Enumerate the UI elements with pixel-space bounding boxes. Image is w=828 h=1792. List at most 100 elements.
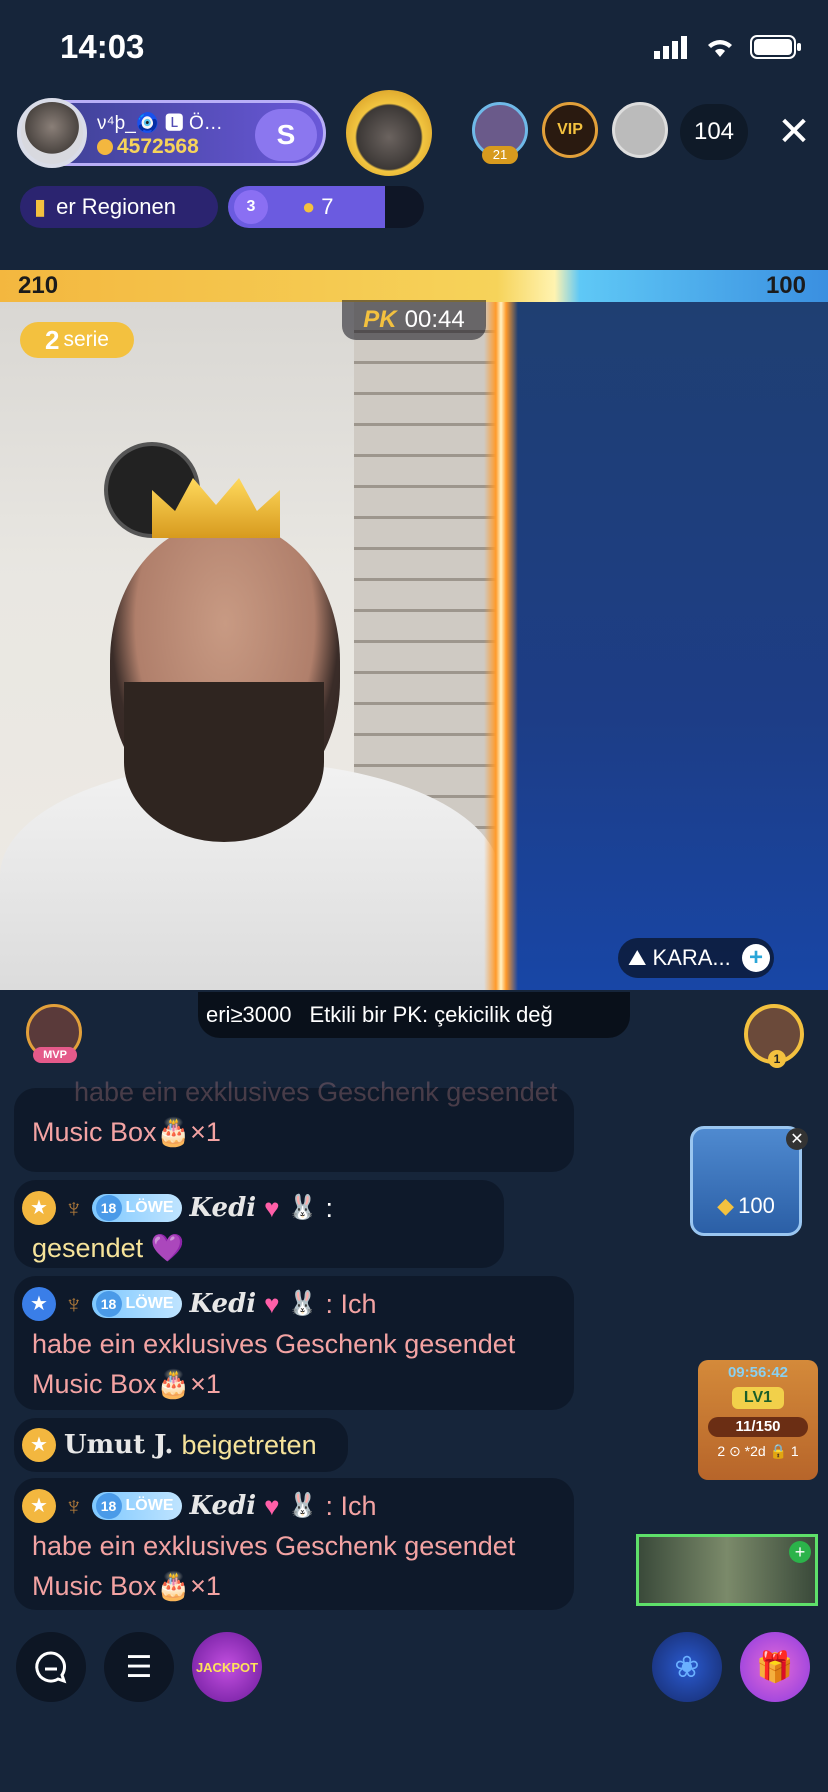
- star-task-pill[interactable]: 3 ● 7: [228, 186, 424, 228]
- plus-icon[interactable]: +: [789, 1541, 811, 1563]
- mountain-icon: ⛰: [628, 945, 647, 970]
- pk-divider-fire: [484, 302, 518, 990]
- status-icons: [654, 34, 802, 60]
- signal-icon: [654, 36, 687, 59]
- ticker-item: eri≥3000: [206, 1002, 292, 1027]
- wing-badge-icon: ♆: [64, 1289, 84, 1319]
- chat-text: : Ich: [325, 1491, 377, 1521]
- gift-button[interactable]: 🎁: [740, 1632, 810, 1702]
- follow-icon: S: [276, 119, 296, 150]
- announcement-ticker: eri≥3000 Etkili bir PK: çekicilik değ: [198, 992, 630, 1038]
- close-icon[interactable]: ✕: [768, 106, 820, 158]
- level-badge: 18 LÖWE: [91, 1492, 182, 1520]
- chat-message[interactable]: habe ein exklusives Geschenk gesendet Mu…: [14, 1077, 574, 1172]
- pk-timer: PK 00:44: [342, 300, 486, 340]
- mvp-tag: MVP: [33, 1047, 77, 1063]
- chat-username[interactable]: Kedi: [190, 1486, 257, 1526]
- diamond-icon: ◆: [717, 1193, 735, 1218]
- opponent-pill[interactable]: ⛰ KARA... +: [618, 938, 774, 978]
- pk-score-bar: [0, 270, 828, 302]
- star-icon: ★: [22, 1287, 56, 1321]
- menu-button[interactable]: ☰: [104, 1632, 174, 1702]
- viewer-count[interactable]: 104: [680, 104, 748, 160]
- ticker-item: Etkili bir PK: çekicilik değ: [309, 1002, 553, 1027]
- pk-logo: PK: [363, 306, 397, 333]
- chat-bubble-icon: [35, 1651, 67, 1684]
- close-icon[interactable]: ✕: [786, 1128, 808, 1150]
- pk-left-score: 210: [18, 272, 59, 299]
- chat-text: gesendet 💜: [32, 1233, 185, 1263]
- heart-icon: ♥: [264, 1491, 280, 1521]
- host-coins: 4572568: [117, 134, 199, 158]
- game-banner[interactable]: +: [636, 1534, 818, 1606]
- serie-label: serie: [63, 328, 109, 351]
- chat-message[interactable]: ★ ♆ 18 LÖWE Kedi ♥ 🐰 : Ich habe ein exklu…: [14, 1478, 574, 1610]
- bunny-icon: 🐰: [287, 1492, 318, 1519]
- bunny-icon: 🐰: [287, 1290, 318, 1317]
- viewer-avatar-3[interactable]: [612, 102, 668, 158]
- chat-username[interactable]: Kedi: [190, 1188, 257, 1228]
- chat-join-message[interactable]: ★ Umut J. beigetreten: [14, 1418, 348, 1472]
- stars-count-row: ● 7: [302, 194, 334, 220]
- coin-icon: [97, 138, 113, 155]
- crowned-avatar[interactable]: [346, 90, 432, 176]
- level-badge: 18 LÖWE: [91, 1290, 182, 1318]
- chat-message[interactable]: ★ ♆ 18 LÖWE Kedi ♥ 🐰 : Ich habe ein exklu…: [14, 1276, 574, 1410]
- viewer-avatar-vip[interactable]: VIP: [542, 102, 598, 158]
- host-coins-row: 4572568: [97, 135, 227, 159]
- event-timer: 09:56:42: [727, 1364, 789, 1381]
- wifi-icon: [708, 40, 732, 57]
- host-info: ν⁴þ_🧿 🅻 Ö… 4572568: [97, 108, 227, 159]
- star-icon: ★: [22, 1428, 56, 1462]
- opponent-name: KARA...: [652, 945, 731, 970]
- bunny-icon: 🐰: [287, 1194, 318, 1221]
- wing-badge-icon: ♆: [64, 1491, 84, 1521]
- chat-text: Music Box🎂×1: [32, 1117, 221, 1147]
- chat-colon: :: [325, 1193, 333, 1223]
- host-beard: [124, 682, 324, 842]
- viewer-avatar-1[interactable]: 21: [472, 102, 528, 164]
- gift-icon: 🎁: [756, 1650, 794, 1684]
- viewer-level-badge: 21: [482, 146, 518, 164]
- chat-username[interactable]: Umut J.: [64, 1425, 173, 1465]
- opponent-video[interactable]: [500, 302, 828, 990]
- vip-label: VIP: [557, 121, 583, 138]
- host-avatar[interactable]: [17, 98, 87, 168]
- follow-opponent-icon[interactable]: +: [742, 944, 770, 972]
- top-rank-avatar[interactable]: 1: [744, 1004, 804, 1068]
- star-level-badge: 3: [234, 190, 268, 224]
- level-badge: 18 LÖWE: [91, 1194, 182, 1222]
- diamond-value: 100: [738, 1193, 775, 1218]
- rose-gift-button[interactable]: ❀: [652, 1632, 722, 1702]
- wing-badge-icon: ♆: [64, 1193, 84, 1223]
- mvp-avatar[interactable]: MVP: [26, 1004, 82, 1063]
- event-progress: 11/150: [708, 1417, 808, 1437]
- level-event-card[interactable]: 09:56:42 LV1 11/150 2 ⊙ *2d 🔒 1: [698, 1360, 818, 1480]
- follow-button[interactable]: S: [255, 109, 317, 161]
- region-label: er Regionen: [56, 194, 176, 219]
- jackpot-button[interactable]: JACKPOT: [192, 1632, 262, 1702]
- chat-text: : Ich: [325, 1289, 377, 1319]
- bar-chart-icon: ▮: [34, 194, 47, 219]
- status-bar: 14:03: [0, 0, 828, 96]
- stars-count: 7: [321, 194, 334, 219]
- chat-text: beigetreten: [181, 1430, 317, 1460]
- chat-message[interactable]: ★ ♆ 18 LÖWE Kedi ♥ 🐰 : gesendet 💜: [14, 1180, 504, 1268]
- host-video[interactable]: [0, 302, 500, 990]
- battery-icon: [750, 35, 801, 59]
- chat-button[interactable]: [16, 1632, 86, 1702]
- chat-text: Music Box🎂×1: [32, 1369, 221, 1399]
- host-name: ν⁴þ_🧿 🅻 Ö…: [97, 112, 223, 134]
- region-ranking-pill[interactable]: ▮ er Regionen: [20, 186, 218, 228]
- heart-icon: ♥: [264, 1193, 280, 1223]
- chat-text: habe ein exklusives Geschenk gesendet: [32, 1329, 516, 1359]
- event-level-badge: LV1: [732, 1387, 784, 1409]
- pk-right-score: 100: [765, 272, 806, 299]
- user-icon: ●: [302, 194, 316, 219]
- host-profile-pill[interactable]: ν⁴þ_🧿 🅻 Ö… 4572568 S: [17, 98, 326, 168]
- menu-icon: ☰: [125, 1650, 153, 1684]
- serie-number: 2: [45, 324, 60, 355]
- chat-username[interactable]: Kedi: [190, 1284, 257, 1324]
- event-footer: 2 ⊙ *2d 🔒 1: [717, 1443, 799, 1459]
- diamond-reward-card[interactable]: ◆ 100: [690, 1126, 802, 1236]
